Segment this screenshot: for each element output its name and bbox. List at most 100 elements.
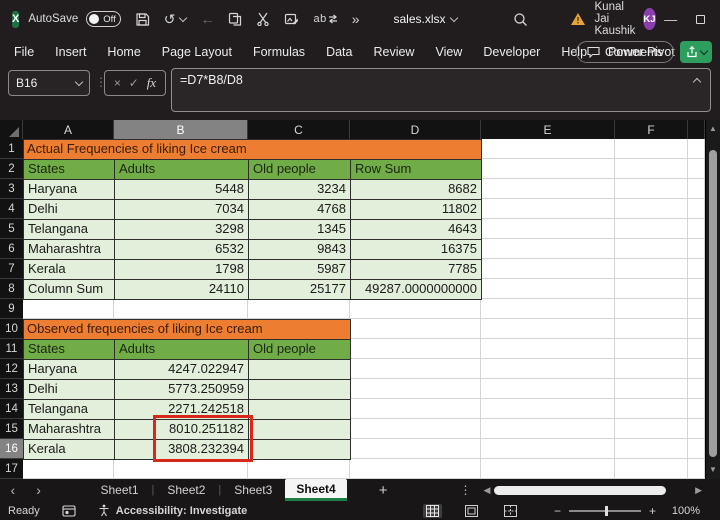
cell-state[interactable]: Maharashtra	[24, 420, 115, 440]
cancel-icon[interactable]: ×	[114, 76, 121, 90]
scroll-up-icon[interactable]: ▲	[706, 120, 720, 136]
maximize-button[interactable]	[686, 0, 716, 38]
zoom-out-button[interactable]: −	[554, 504, 561, 518]
scroll-down-icon[interactable]: ▼	[706, 461, 720, 477]
avatar[interactable]: KJ	[643, 8, 655, 30]
cell-adults[interactable]: 4247.022947	[115, 360, 249, 380]
collapse-formula-bar-icon[interactable]	[693, 78, 701, 86]
accessibility-status[interactable]: Accessibility: Investigate	[116, 505, 247, 517]
zoom-level[interactable]: 100%	[666, 505, 700, 517]
sheet-nav-next-icon[interactable]: ›	[26, 482, 52, 498]
sheet-tab-sheet3[interactable]: Sheet3	[221, 479, 285, 501]
tab-formulas[interactable]: Formulas	[253, 45, 305, 59]
sheet-tab-sheet4-active[interactable]: Sheet4	[285, 479, 346, 501]
cell-state[interactable]: Delhi	[24, 380, 115, 400]
header-old-people[interactable]: Old people	[249, 340, 351, 360]
cell-adults-sum[interactable]: 24110	[115, 280, 249, 300]
horizontal-scrollbar-thumb[interactable]	[494, 486, 666, 495]
table2-title[interactable]: Observed frequencies of liking Ice cream	[24, 320, 351, 340]
new-sheet-button[interactable]: +	[379, 482, 388, 499]
row-header-16[interactable]: 16	[0, 439, 23, 459]
sheet-tab-sheet1[interactable]: Sheet1	[87, 479, 151, 501]
normal-view-icon[interactable]	[423, 504, 442, 518]
cell-adults[interactable]: 5773.250959	[115, 380, 249, 400]
enter-icon[interactable]: ✓	[129, 76, 139, 90]
minimize-button[interactable]: —	[656, 0, 686, 38]
cell-adults[interactable]: 5448	[115, 180, 249, 200]
more-commands-icon[interactable]: »	[352, 12, 360, 26]
cell-state[interactable]: Telangana	[24, 220, 115, 240]
cell-old-people[interactable]: 4768	[249, 200, 351, 220]
cell-old-people[interactable]: 5987	[249, 260, 351, 280]
undo-icon[interactable]: ↺	[164, 12, 187, 26]
sheet-tab-sheet2[interactable]: Sheet2	[154, 479, 218, 501]
row-header-12[interactable]: 12	[0, 359, 23, 379]
cell-adults[interactable]: 1798	[115, 260, 249, 280]
cell-old-people-empty[interactable]	[249, 360, 351, 380]
row-header-11[interactable]: 11	[0, 339, 23, 359]
cell-old-people-empty[interactable]	[249, 440, 351, 460]
row-header-6[interactable]: 6	[0, 239, 23, 259]
tab-insert[interactable]: Insert	[55, 45, 86, 59]
zoom-slider[interactable]	[569, 510, 641, 512]
vertical-scrollbar[interactable]: ▲ ▼	[705, 120, 720, 479]
cell-row-sum[interactable]: 11802	[351, 200, 482, 220]
row-header-8[interactable]: 8	[0, 279, 23, 299]
accessibility-icon[interactable]: Accessibility: Investigate	[98, 504, 247, 517]
row-header-4[interactable]: 4	[0, 199, 23, 219]
tab-page-layout[interactable]: Page Layout	[162, 45, 232, 59]
cell-state[interactable]: Maharashtra	[24, 240, 115, 260]
cell-row-sum[interactable]: 7785	[351, 260, 482, 280]
paste-icon[interactable]	[284, 12, 299, 27]
row-header-3[interactable]: 3	[0, 179, 23, 199]
cell-old-people-empty[interactable]	[249, 380, 351, 400]
search-icon[interactable]	[513, 12, 528, 27]
header-old-people[interactable]: Old people	[249, 160, 351, 180]
cut-icon[interactable]	[256, 12, 270, 26]
close-button[interactable]: ×	[716, 0, 720, 38]
name-box[interactable]: B16	[8, 70, 90, 96]
cell-old-people-empty[interactable]	[249, 400, 351, 420]
row-header-13[interactable]: 13	[0, 379, 23, 399]
cell-old-people[interactable]: 1345	[249, 220, 351, 240]
save-icon[interactable]	[135, 12, 150, 27]
warning-icon[interactable]	[570, 12, 586, 26]
cell-state[interactable]: Telangana	[24, 400, 115, 420]
row-header-14[interactable]: 14	[0, 399, 23, 419]
select-all-button[interactable]	[0, 120, 23, 139]
header-row-sum[interactable]: Row Sum	[351, 160, 482, 180]
header-states[interactable]: States	[24, 160, 115, 180]
cell-old-people[interactable]: 3234	[249, 180, 351, 200]
row-header-9[interactable]: 9	[0, 299, 23, 319]
cell-grand-total[interactable]: 49287.0000000000	[351, 280, 482, 300]
row-header-17[interactable]: 17	[0, 459, 23, 479]
insert-function-icon[interactable]: fx	[147, 75, 156, 91]
back-icon[interactable]: ←	[200, 12, 214, 26]
zoom-in-button[interactable]: +	[649, 504, 656, 518]
cell-state[interactable]: Haryana	[24, 180, 115, 200]
row-header-15[interactable]: 15	[0, 419, 23, 439]
column-header-a[interactable]: A	[23, 120, 114, 139]
tab-view[interactable]: View	[435, 45, 462, 59]
row-header-7[interactable]: 7	[0, 259, 23, 279]
horizontal-scrollbar[interactable]	[492, 479, 720, 501]
document-title[interactable]: sales.xlsx	[394, 12, 457, 26]
cell-row-sum[interactable]: 16375	[351, 240, 482, 260]
zoom-slider-handle[interactable]	[605, 506, 608, 516]
cell-adults[interactable]: 3298	[115, 220, 249, 240]
find-replace-icon[interactable]: ab	[313, 14, 337, 25]
cell-adults[interactable]: 6532	[115, 240, 249, 260]
column-header-c[interactable]: C	[248, 120, 350, 139]
cell-state[interactable]: Kerala	[24, 440, 115, 460]
tab-developer[interactable]: Developer	[483, 45, 540, 59]
tab-file[interactable]: File	[14, 45, 34, 59]
copy-icon[interactable]	[228, 12, 242, 26]
table1-title[interactable]: Actual Frequencies of liking Ice cream	[24, 140, 482, 160]
header-adults[interactable]: Adults	[115, 160, 249, 180]
sheet-options-icon[interactable]: ⋮	[459, 483, 471, 497]
cell-row-sum[interactable]: 8682	[351, 180, 482, 200]
cell-state[interactable]: Kerala	[24, 260, 115, 280]
header-adults[interactable]: Adults	[115, 340, 249, 360]
cell-state[interactable]: Haryana	[24, 360, 115, 380]
cell-state[interactable]: Delhi	[24, 200, 115, 220]
